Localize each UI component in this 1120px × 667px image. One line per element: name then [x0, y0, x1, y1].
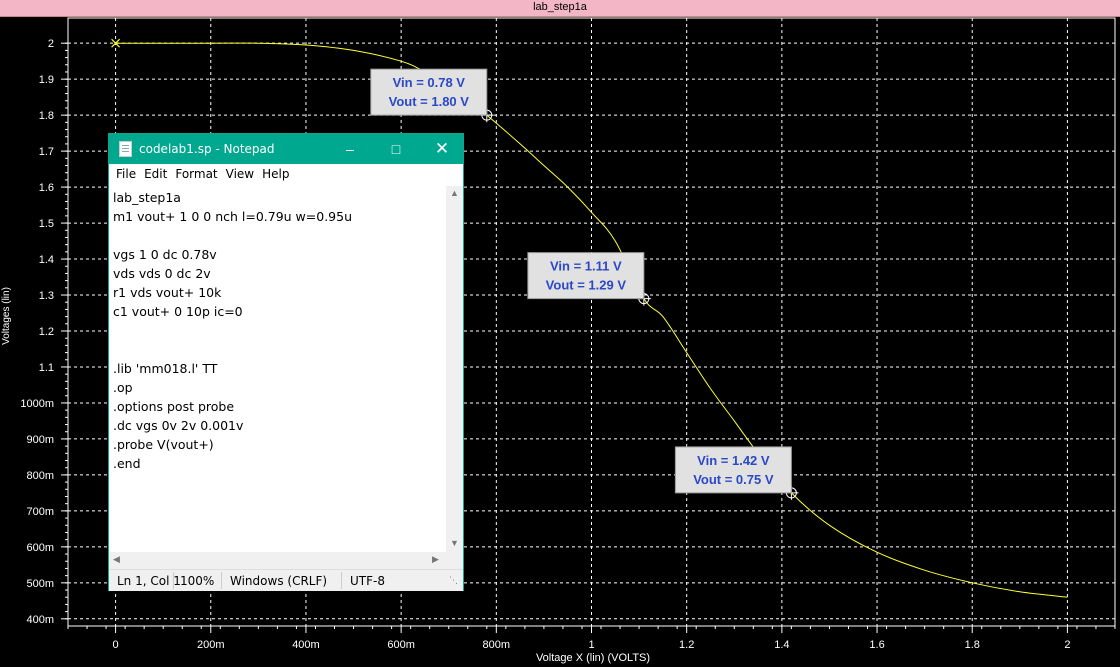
annotation-vin-label: Vin = 1.42 V [697, 453, 770, 468]
y-tick-label: 700m [26, 506, 54, 518]
status-line-ending: Windows (CRLF) [230, 574, 328, 588]
x-tick-label: 200m [197, 639, 225, 651]
notepad-app-icon [119, 141, 132, 157]
y-tick-label: 800m [26, 470, 54, 482]
x-tick-label: 1.6 [869, 639, 884, 651]
y-tick-label: 1.4 [39, 254, 54, 266]
x-axis-label: Voltage X (lin) (VOLTS) [536, 652, 650, 664]
notepad-window[interactable]: codelab1.sp - Notepad – □ ✕ File Edit Form… [108, 133, 464, 591]
status-zoom: 100% [180, 574, 215, 588]
notepad-status-bar: Ln 1, Col 1 100% Windows (CRLF) UTF-8 ⋱ [109, 569, 463, 591]
y-tick-label: 1.7 [39, 146, 54, 158]
measure-annotation[interactable]: Vin = 1.42 V Vout = 0.75 V [674, 446, 799, 500]
minimize-button[interactable]: – [327, 134, 373, 164]
annotation-vin-label: Vin = 0.78 V [393, 75, 466, 90]
waveform-window-title: lab_step1a [533, 1, 587, 13]
menu-help[interactable]: Help [258, 164, 293, 181]
measure-annotation[interactable]: Vin = 0.78 V Vout = 1.80 V [370, 68, 494, 123]
y-tick-label: 600m [26, 542, 54, 554]
notepad-text-area[interactable]: lab_step1a m1 vout+ 1 0 0 nch l=0.79u w=… [109, 186, 446, 552]
y-tick-label: 1.5 [39, 218, 54, 230]
menu-file[interactable]: File [109, 164, 140, 181]
y-tick-label: 900m [26, 434, 54, 446]
scroll-left-icon[interactable]: ◀ [113, 554, 120, 565]
x-tick-label: 1.2 [679, 639, 694, 651]
y-tick-label: 1.1 [39, 362, 54, 374]
x-tick-label: 800m [483, 639, 511, 651]
annotation-vout-label: Vout = 1.29 V [546, 278, 627, 293]
waveform-window-title-bar[interactable]: lab_step1a [0, 0, 1120, 17]
status-position: Ln 1, Col 1 [117, 574, 181, 588]
x-tick-label: 0 [113, 639, 119, 651]
status-encoding: UTF-8 [350, 574, 385, 588]
vertical-scrollbar[interactable]: ▲ ▼ [446, 186, 463, 552]
x-tick-label: 400m [292, 639, 320, 651]
y-tick-label: 400m [26, 614, 54, 626]
y-tick-label: 1.2 [39, 326, 54, 338]
notepad-title: codelab1.sp - Notepad [139, 142, 275, 156]
resize-grip-icon[interactable]: ⋱ [449, 576, 458, 586]
y-tick-label: 2 [48, 38, 54, 50]
x-tick-label: 2 [1064, 639, 1070, 651]
x-tick-label: 1 [588, 639, 594, 651]
y-tick-label: 1.8 [39, 110, 54, 122]
horizontal-scrollbar[interactable]: ◀ ▶ [109, 552, 446, 569]
annotation-vout-label: Vout = 0.75 V [693, 472, 774, 487]
status-separator [173, 572, 174, 589]
scroll-down-icon[interactable]: ▼ [450, 538, 459, 548]
status-separator [341, 572, 342, 589]
menu-view[interactable]: View [222, 164, 258, 181]
x-axis-ticks: 0 200m 400m 600m 800m 1 1.2 1.4 1.6 1.8 2 [67, 626, 1116, 651]
maximize-button[interactable]: □ [373, 134, 419, 164]
notepad-menu-bar: File Edit Format View Help [109, 164, 463, 186]
scroll-right-icon[interactable]: ▶ [432, 554, 439, 565]
scroll-up-icon[interactable]: ▲ [450, 188, 459, 198]
measure-annotation[interactable]: Vin = 1.11 V Vout = 1.29 V [527, 252, 651, 306]
y-tick-label: 1.6 [39, 182, 54, 194]
y-tick-label: 1.3 [39, 290, 54, 302]
annotation-vin-label: Vin = 1.11 V [550, 259, 622, 274]
y-tick-label: 500m [26, 578, 54, 590]
y-axis-label: Voltages (lin) [1, 287, 12, 345]
close-button[interactable]: ✕ [419, 134, 465, 164]
annotation-vout-label: Vout = 1.80 V [389, 94, 470, 109]
x-tick-label: 1.4 [774, 639, 789, 651]
menu-format[interactable]: Format [171, 164, 221, 181]
y-tick-label: 1000m [20, 398, 54, 410]
x-tick-label: 600m [387, 639, 415, 651]
x-tick-label: 1.8 [965, 639, 980, 651]
status-separator [221, 572, 222, 589]
scrollbar-corner [446, 552, 463, 569]
notepad-text-content[interactable]: lab_step1a m1 vout+ 1 0 0 nch l=0.79u w=… [109, 186, 446, 473]
y-axis-ticks: 2 1.9 1.8 1.7 1.6 1.5 1.4 1.3 1.2 1.1 1000m 900m 800… [20, 38, 68, 626]
y-tick-label: 1.9 [39, 74, 54, 86]
notepad-title-bar[interactable]: codelab1.sp - Notepad – □ ✕ [109, 134, 463, 164]
menu-edit[interactable]: Edit [140, 164, 171, 181]
